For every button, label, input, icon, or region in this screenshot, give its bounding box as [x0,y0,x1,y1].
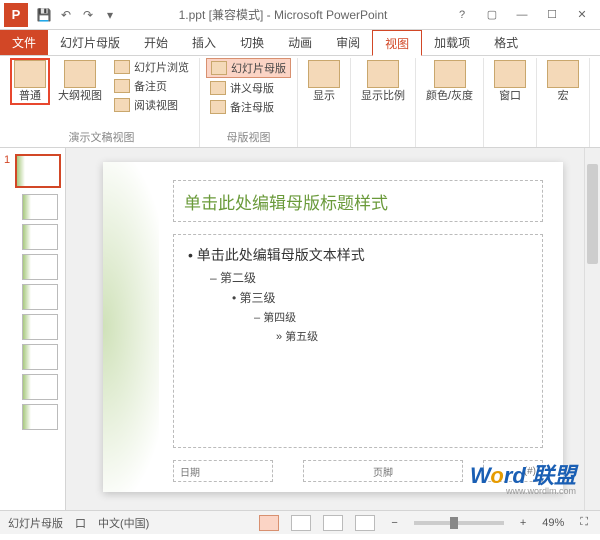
zoom-out-button[interactable]: − [387,517,401,529]
macros-button[interactable]: 宏 [543,58,583,105]
vertical-scrollbar[interactable] [584,148,600,510]
layout-thumbnail[interactable] [22,314,58,340]
body-placeholder[interactable]: 单击此处编辑母版文本样式 第二级 第三级 第四级 第五级 [173,234,543,448]
help-icon[interactable]: ? [448,5,476,25]
group-color-grayscale: 颜色/灰度 [416,58,484,147]
tab-home[interactable]: 开始 [132,30,180,55]
zoom-slider-handle[interactable] [450,517,458,529]
scrollbar-thumb[interactable] [587,164,598,264]
tab-format[interactable]: 格式 [482,30,530,55]
slide-sorter-button[interactable]: 幻灯片浏览 [110,58,193,76]
slide-background-accent [103,162,159,492]
ribbon: 普通 大纲视图 幻灯片浏览 备注页 阅读视图 演示文稿视图 幻灯片母版 讲义母版… [0,56,600,148]
status-mode: 幻灯片母版 [8,515,63,531]
notes-page-button[interactable]: 备注页 [110,77,193,95]
group-zoom: 显示比例 [351,58,416,147]
status-sorter-view-icon[interactable] [291,515,311,531]
window-button[interactable]: 窗口 [490,58,530,105]
tab-transitions[interactable]: 切换 [228,30,276,55]
group-show: 显示 [298,58,351,147]
statusbar: 幻灯片母版 口 中文(中国) − + 49% ⛶ [0,510,600,534]
normal-view-icon [14,60,46,88]
save-icon[interactable]: 💾 [36,7,52,23]
layout-thumbnail[interactable] [22,344,58,370]
outline-view-button[interactable]: 大纲视图 [54,58,106,105]
maximize-icon[interactable]: ☐ [538,5,566,25]
tab-slide-master[interactable]: 幻灯片母版 [48,30,132,55]
tab-review[interactable]: 审阅 [324,30,372,55]
handout-master-button[interactable]: 讲义母版 [206,79,291,97]
zoom-icon [367,60,399,88]
zoom-slider[interactable] [414,521,504,525]
quick-access-toolbar: 💾 ↶ ↷ ▾ [36,7,118,23]
window-icon [494,60,526,88]
undo-icon[interactable]: ↶ [58,7,74,23]
slide-master-button[interactable]: 幻灯片母版 [206,58,291,78]
qat-customize-icon[interactable]: ▾ [102,7,118,23]
notes-master-icon [210,100,226,114]
window-title: 1.ppt [兼容模式] - Microsoft PowerPoint [118,6,448,23]
zoom-in-button[interactable]: + [516,517,530,529]
normal-view-button[interactable]: 普通 [10,58,50,105]
status-language[interactable]: 中文(中国) [98,515,149,531]
date-placeholder[interactable]: 日期 [173,460,273,482]
color-grayscale-button[interactable]: 颜色/灰度 [422,58,477,105]
status-normal-view-icon[interactable] [259,515,279,531]
ribbon-options-icon[interactable]: ▢ [478,5,506,25]
zoom-level[interactable]: 49% [542,517,564,529]
status-slideshow-icon[interactable] [355,515,375,531]
minimize-icon[interactable]: — [508,5,536,25]
layout-thumbnail[interactable] [22,254,58,280]
reading-view-button[interactable]: 阅读视图 [110,96,193,114]
layout-thumbnail[interactable] [22,374,58,400]
status-reading-view-icon[interactable] [323,515,343,531]
show-button[interactable]: 显示 [304,58,344,105]
macros-icon [547,60,579,88]
ribbon-tabs: 文件 幻灯片母版 开始 插入 切换 动画 审阅 视图 加载项 格式 [0,30,600,56]
zoom-button[interactable]: 显示比例 [357,58,409,105]
status-lang-icon[interactable]: 口 [75,515,86,531]
fit-to-window-icon[interactable]: ⛶ [576,516,592,529]
tab-view[interactable]: 视图 [372,30,422,56]
app-icon: P [4,3,28,27]
tab-animations[interactable]: 动画 [276,30,324,55]
master-slide[interactable]: 单击此处编辑母版标题样式 单击此处编辑母版文本样式 第二级 第三级 第四级 第五… [103,162,563,492]
group-window: 窗口 [484,58,537,147]
redo-icon[interactable]: ↷ [80,7,96,23]
slide-canvas: 单击此处编辑母版标题样式 单击此处编辑母版文本样式 第二级 第三级 第四级 第五… [66,148,600,510]
color-icon [434,60,466,88]
layout-thumbnail[interactable] [22,224,58,250]
group-master-views: 幻灯片母版 讲义母版 备注母版 母版视图 [200,58,298,147]
thumbnail-panel: 1 [0,148,66,510]
master-index: 1 [4,154,12,166]
layout-thumbnail[interactable] [22,404,58,430]
title-placeholder[interactable]: 单击此处编辑母版标题样式 [173,180,543,222]
group-macros: 宏 [537,58,590,147]
workspace: 1 单击此处编辑母版标题样式 单击此处编辑母版文本样式 第二级 第三级 第四级 … [0,148,600,510]
outline-view-icon [64,60,96,88]
ruler-icon [308,60,340,88]
handout-master-icon [210,81,226,95]
tab-insert[interactable]: 插入 [180,30,228,55]
titlebar: P 💾 ↶ ↷ ▾ 1.ppt [兼容模式] - Microsoft Power… [0,0,600,30]
master-thumbnail[interactable] [15,154,61,188]
tab-addins[interactable]: 加载项 [422,30,482,55]
tab-file[interactable]: 文件 [0,30,48,55]
slide-sorter-icon [114,60,130,74]
layout-thumbnail[interactable] [22,194,58,220]
watermark: Word 联盟 www.wordlm.com [470,458,576,496]
close-icon[interactable]: ✕ [568,5,596,25]
slide-master-icon [211,61,227,75]
reading-view-icon [114,98,130,112]
notes-page-icon [114,79,130,93]
group-presentation-views: 普通 大纲视图 幻灯片浏览 备注页 阅读视图 演示文稿视图 [4,58,200,147]
footer-placeholder[interactable]: 页脚 [303,460,463,482]
notes-master-button[interactable]: 备注母版 [206,98,291,116]
layout-thumbnail[interactable] [22,284,58,310]
